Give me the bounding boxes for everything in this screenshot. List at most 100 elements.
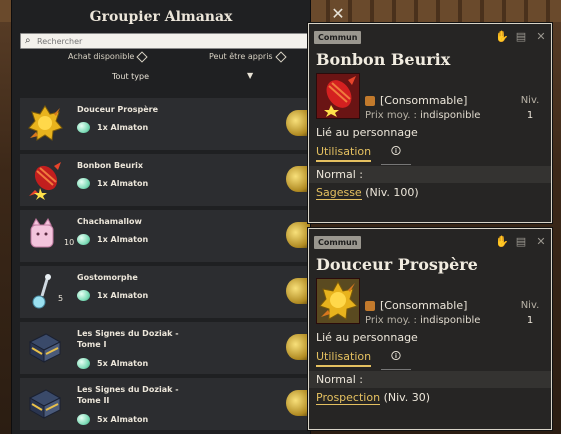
avg-price-label: Prix moy. : [365,110,417,121]
item-name: Chachamallow [77,217,142,226]
item-tooltip: Commun ✋ ▤ ✕ Douceur Prospère [Consommab… [308,228,552,430]
level-label: Niv. [520,300,540,311]
level-value: 1 [526,110,534,121]
item-icon [316,73,360,119]
item-tooltip: Commun ✋ ▤ ✕ Bonbon Beurix [Consommable]… [308,23,552,223]
item-category: [Consommable] [365,94,467,107]
type-select-value: Tout type [112,72,150,81]
filter-learnable[interactable]: Peut être appris [209,50,287,63]
item-category: [Consommable] [365,299,467,312]
avg-price-value: indisponible [420,110,481,121]
filter-learnable-label: Peut être appris [209,52,273,61]
effect-header-label: Normal : [316,373,364,386]
search-input[interactable] [37,34,305,48]
list-item[interactable]: 10 Chachamallow 1x Almaton [20,210,310,262]
effect-level: (Niv. 30) [383,391,431,404]
item-price-label: 1x Almaton [97,123,149,132]
avg-price-label: Prix moy. : [365,315,417,326]
effect-line: Prospection (Niv. 30) [316,391,431,405]
item-icon [26,272,64,312]
item-name: Les Signes du Doziak - Tome I [77,329,179,349]
list-item[interactable]: Bonbon Beurix 1x Almaton [20,154,310,206]
quantity-badge: 10 [64,238,75,247]
close-icon[interactable]: ✕ [535,30,547,43]
almaton-coin-icon [286,390,310,416]
item-price: 1x Almaton [77,122,148,133]
item-price: 1x Almaton [77,234,148,245]
bound-text: Lié au personnage [316,331,418,344]
item-price: 1x Almaton [77,178,148,189]
almaton-gem-icon [77,234,90,245]
avg-price: Prix moy. : indisponible [365,315,480,326]
chevron-down-icon: ▼ [247,71,254,80]
item-name: Bonbon Beurix [77,161,144,170]
rarity-badge: Commun [314,236,362,249]
close-icon[interactable]: ✕ [330,4,346,23]
item-price-label: 5x Almaton [97,415,149,424]
tooltip-item-name: Douceur Prospère [316,255,478,274]
scroll-icon[interactable]: ▤ [515,30,527,43]
almaton-gem-icon [77,178,90,189]
item-icon [26,160,64,200]
effect-stat-link[interactable]: Sagesse [316,186,362,200]
almaton-gem-icon [77,358,90,369]
almaton-coin-icon [286,278,310,304]
list-item[interactable]: Les Signes du Doziak - Tome I 5x Almaton [20,322,310,374]
list-item[interactable]: Douceur Prospère 1x Almaton [20,98,310,150]
item-category-label: [Consommable] [380,299,468,312]
almaton-coin-icon [286,166,310,192]
almaton-gem-icon [77,290,90,301]
avg-price: Prix moy. : indisponible [365,110,480,121]
search-box[interactable]: ⌕ [20,33,312,49]
list-item[interactable]: Les Signes du Doziak - Tome II 5x Almato… [20,378,310,430]
info-icon[interactable]: 🛈 [381,349,411,370]
item-name: Gostomorphe [77,273,138,282]
item-icon [26,216,64,256]
tab-usage[interactable]: Utilisation [316,350,372,367]
diamond-checkbox-icon [136,50,149,63]
hand-icon[interactable]: ✋ [495,235,509,248]
diamond-checkbox-icon [274,50,287,63]
item-price-label: 1x Almaton [97,235,149,244]
item-name: Les Signes du Doziak - Tome II [77,385,179,405]
item-icon [26,328,64,368]
effect-stat-link[interactable]: Prospection [316,391,381,405]
item-price-label: 5x Almaton [97,359,149,368]
tab-usage[interactable]: Utilisation [316,145,372,162]
item-price: 1x Almaton [77,290,148,301]
rarity-badge: Commun [314,31,362,44]
level-label: Niv. [520,95,540,106]
level-value: 1 [526,315,534,326]
close-icon[interactable]: ✕ [535,235,547,248]
shop-panel: Groupier Almanax ✕ ⌕ Achat disponible Pe… [12,0,345,434]
almaton-coin-icon [286,334,310,360]
effect-header: Normal : [309,166,551,183]
effect-line: Sagesse (Niv. 100) [316,186,419,200]
item-price-label: 1x Almaton [97,291,149,300]
filter-available-label: Achat disponible [68,52,135,61]
list-item[interactable]: 5 Gostomorphe 1x Almaton [20,266,310,318]
info-icon[interactable]: 🛈 [381,144,411,165]
effect-header-label: Normal : [316,168,364,181]
item-icon [26,104,64,144]
item-price-label: 1x Almaton [97,179,149,188]
bound-text: Lié au personnage [316,126,418,139]
item-icon [26,384,64,424]
almaton-gem-icon [77,414,90,425]
almaton-gem-icon [77,122,90,133]
consumable-bag-icon [365,301,375,311]
tooltip-item-name: Bonbon Beurix [316,50,451,69]
item-price: 5x Almaton [77,358,148,369]
tooltip-tools: ✋ ▤ ✕ [495,30,547,43]
search-icon: ⌕ [25,35,31,46]
effect-level: (Niv. 100) [365,186,419,199]
scroll-icon[interactable]: ▤ [515,235,527,248]
filter-available[interactable]: Achat disponible [68,50,149,63]
avg-price-value: indisponible [420,315,481,326]
item-category-label: [Consommable] [380,94,468,107]
item-name: Douceur Prospère [77,105,159,114]
almaton-coin-icon [286,222,310,248]
shop-title: Groupier Almanax [89,9,233,25]
quantity-badge: 5 [58,294,64,303]
hand-icon[interactable]: ✋ [495,30,509,43]
